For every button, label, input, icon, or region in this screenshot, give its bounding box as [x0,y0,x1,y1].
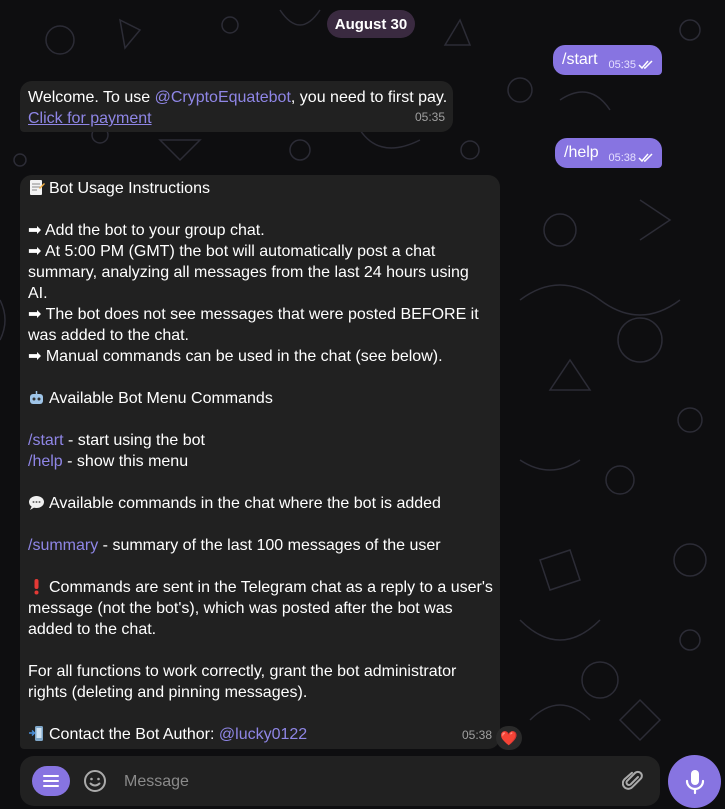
message-composer [20,756,660,806]
memo-icon [30,180,45,195]
welcome-text-before: Welcome. To use [28,89,155,106]
speech-balloon-icon [29,496,44,510]
date-label: August 30 [334,15,408,33]
message-time: 05:35 [608,59,636,71]
author-mention-link[interactable]: @lucky0122 [219,726,307,743]
bot-mention-link[interactable]: @CryptoEquatebot [155,89,291,106]
message-time: 05:38 [608,152,636,164]
message-text: /start [562,51,598,68]
instruction-line: For all functions to work correctly, gra… [28,663,457,680]
phone-arrow-icon [29,726,43,741]
welcome-text-after: , you need to first pay. [290,89,448,106]
instruction-line: was added to the chat. [28,327,189,344]
attach-icon[interactable] [622,770,644,792]
exclamation-icon [34,579,39,595]
bot-menu-button[interactable] [32,766,70,796]
instruction-line: ➡ The bot does not see messages that wer… [28,306,479,323]
message-meta: 05:35 [608,59,654,71]
incoming-message-instructions[interactable]: Bot Usage Instructions ➡ Add the bot to … [20,175,500,749]
outgoing-message-help[interactable]: /help 05:38 [555,138,662,168]
help-command-link[interactable]: /help [28,453,63,470]
chat-commands-heading: Available commands in the chat where the… [28,493,441,514]
heart-icon: ❤️ [500,729,518,746]
double-check-icon [638,153,653,163]
start-command-link[interactable]: /start [28,432,64,449]
voice-message-button[interactable] [668,755,721,808]
double-check-icon [638,60,653,70]
instruction-line: ➡ At 5:00 PM (GMT) the bot will automati… [28,243,436,260]
summary-command-link[interactable]: /summary [28,537,98,554]
message-time: 05:38 [462,728,493,742]
instruction-line: ➡ Manual commands can be used in the cha… [28,348,443,365]
date-separator: August 30 [327,10,415,38]
instruction-line: added to the chat. [28,621,157,638]
incoming-message-welcome[interactable]: Welcome. To use @CryptoEquatebot, you ne… [20,81,453,132]
menu-icon [43,775,59,787]
instructions-title: Bot Usage Instructions [28,178,210,199]
instruction-line: Commands are sent in the Telegram chat a… [28,577,493,598]
robot-icon [30,391,43,404]
command-line-start: /start - start using the bot [28,432,205,449]
contact-line: Contact the Bot Author: @lucky0122 [28,724,307,745]
message-meta: 05:38 [608,152,654,164]
instruction-line: AI. [28,285,48,302]
payment-link[interactable]: Click for payment [28,108,152,129]
message-time: 05:35 [414,110,445,124]
menu-commands-heading: Available Bot Menu Commands [28,388,273,409]
heart-reaction[interactable]: ❤️ [496,726,522,750]
instruction-line: summary, analyzing all messages from the… [28,264,469,281]
welcome-line: Welcome. To use @CryptoEquatebot, you ne… [28,87,447,108]
emoji-icon[interactable] [83,769,107,793]
instruction-line: rights (deleting and pinning messages). [28,684,308,701]
instruction-line: ➡ Add the bot to your group chat. [28,222,265,239]
outgoing-message-start[interactable]: /start 05:35 [553,45,662,75]
instruction-line: message (not the bot's), which was poste… [28,600,453,617]
command-line-help: /help - show this menu [28,453,189,470]
command-line-summary: /summary - summary of the last 100 messa… [28,537,441,554]
message-text: /help [564,144,599,161]
microphone-icon [685,769,704,794]
message-input[interactable] [122,768,606,796]
